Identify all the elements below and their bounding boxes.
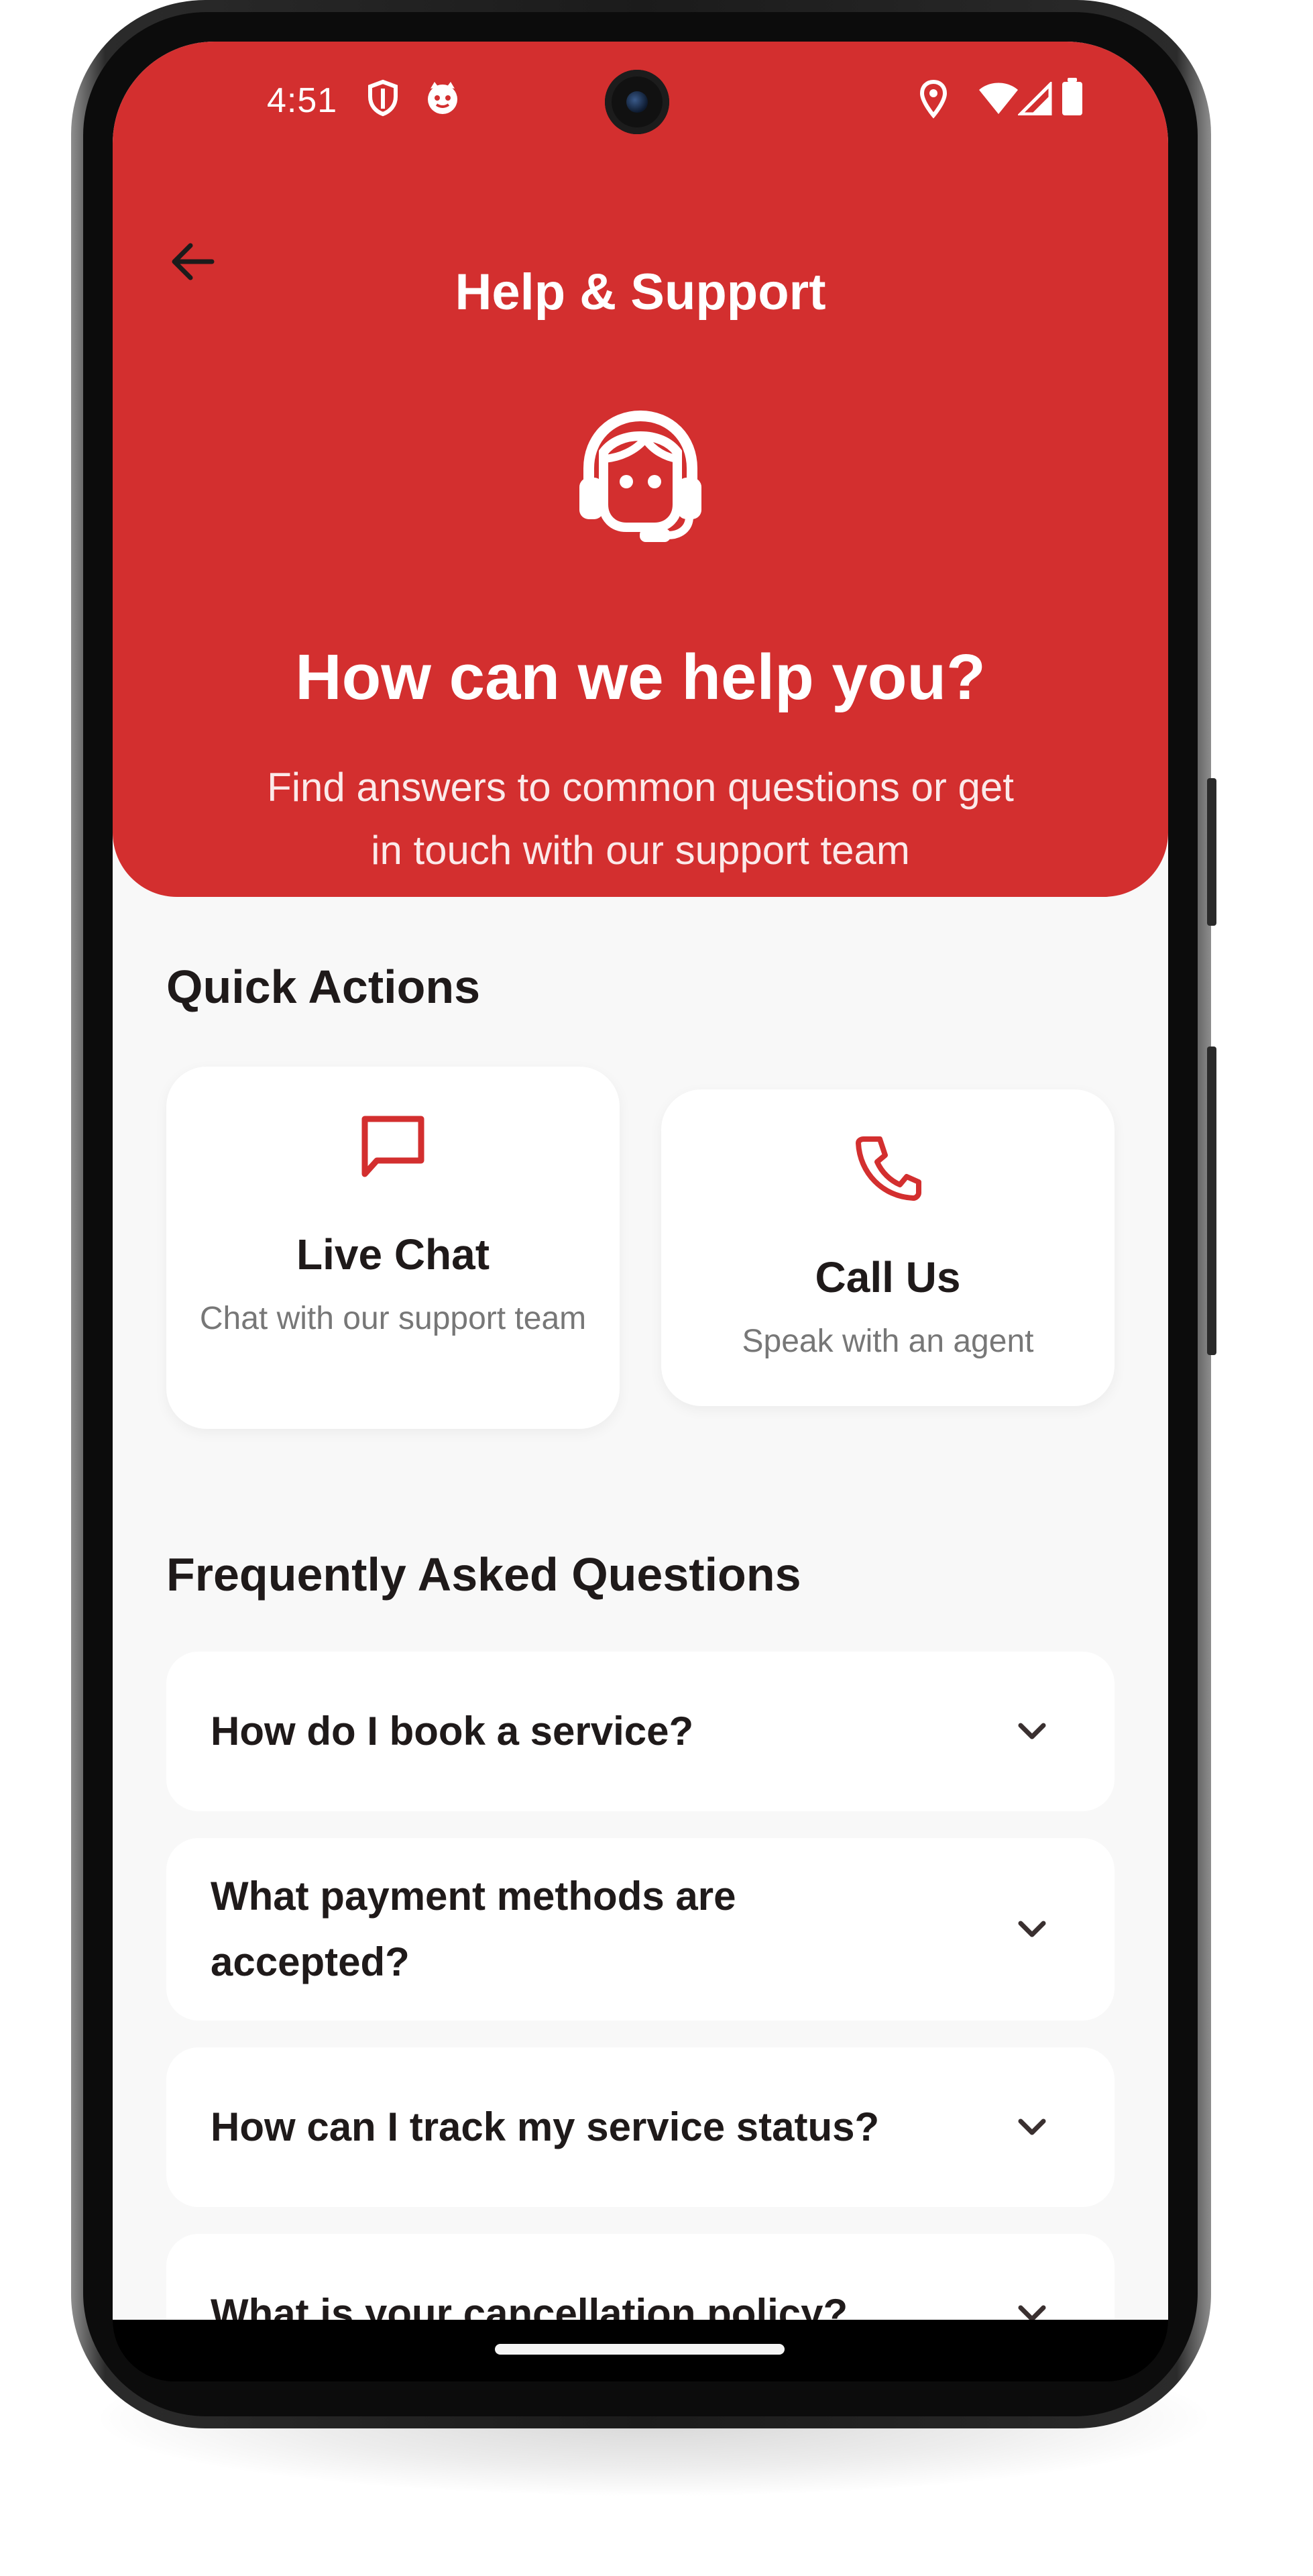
- call-us-subtitle: Speak with an agent: [742, 1324, 1034, 1359]
- faq-question: How do I book a service?: [211, 1709, 694, 1754]
- home-indicator[interactable]: [495, 2344, 785, 2355]
- chat-bubble-icon: [361, 1116, 424, 1177]
- faq-item[interactable]: What payment methods are accepted?: [166, 1838, 1115, 2021]
- status-bar: 4:51: [113, 42, 1168, 134]
- call-us-title: Call Us: [815, 1253, 961, 1301]
- volume-button: [1207, 778, 1216, 926]
- power-button: [1207, 1046, 1216, 1355]
- chevron-down-icon[interactable]: [1014, 1911, 1050, 1947]
- live-chat-subtitle: Chat with our support team: [199, 1301, 587, 1336]
- call-us-card[interactable]: Call Us Speak with an agent: [661, 1089, 1115, 1406]
- location-icon: [919, 79, 948, 119]
- hero-title: How can we help you?: [295, 641, 986, 713]
- faq-item[interactable]: How can I track my service status?: [166, 2047, 1115, 2207]
- faq-question: How can I track my service status?: [211, 2104, 880, 2149]
- faq-question: What is your cancellation policy?: [211, 2291, 848, 2320]
- status-time: 4:51: [267, 81, 338, 120]
- faq-item[interactable]: What is your cancellation policy?: [166, 2234, 1115, 2320]
- chevron-down-icon[interactable]: [1014, 2296, 1050, 2320]
- support-header: 4:51 Help & Support How can we help you?…: [113, 42, 1168, 897]
- support-agent-icon: [579, 411, 701, 542]
- app-screen: 4:51 Help & Support How can we help you?…: [113, 42, 1168, 2320]
- phone-icon: [856, 1136, 921, 1201]
- hero-subtitle: Find answers to common questions or get …: [267, 765, 1014, 873]
- wifi-icon: [979, 83, 1018, 114]
- faq-question: What payment methods are accepted?: [211, 1874, 736, 1984]
- chevron-down-icon[interactable]: [1014, 1713, 1050, 1750]
- page-title: Help & Support: [455, 264, 826, 321]
- shield-icon: [368, 79, 398, 117]
- front-camera: [605, 70, 669, 134]
- live-chat-title: Live Chat: [296, 1230, 490, 1279]
- cellular-signal-icon: [1018, 82, 1052, 115]
- battery-icon: [1062, 78, 1082, 115]
- faq-heading: Frequently Asked Questions: [166, 1548, 801, 1601]
- quick-actions-heading: Quick Actions: [166, 961, 481, 1013]
- chevron-down-icon[interactable]: [1014, 2109, 1050, 2145]
- app-notification-icon: [428, 82, 457, 114]
- faq-item[interactable]: How do I book a service?: [166, 1652, 1115, 1811]
- live-chat-card[interactable]: Live Chat Chat with our support team: [166, 1067, 620, 1429]
